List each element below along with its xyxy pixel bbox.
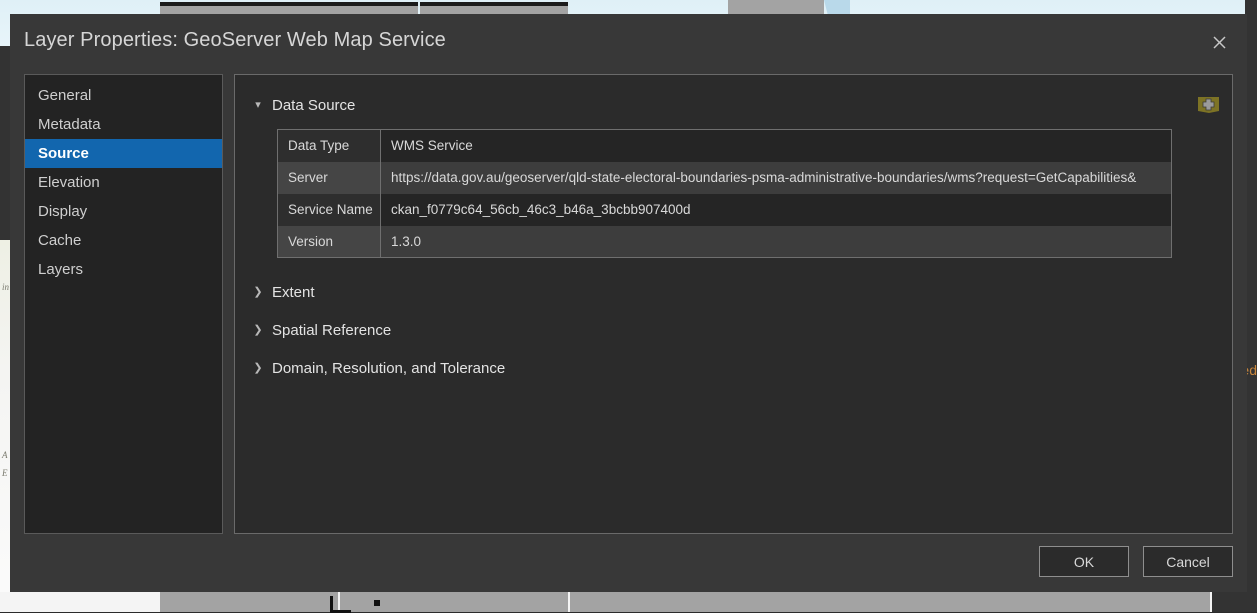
table-cell-value: https://data.gov.au/geoserver/qld-state-… — [381, 162, 1172, 194]
sidebar-item-cache[interactable]: Cache — [25, 226, 222, 255]
page-title: Layer Properties: GeoServer Web Map Serv… — [24, 29, 446, 52]
section-label-domain-resolution: Domain, Resolution, and Tolerance — [272, 360, 505, 377]
background-bottom-right-gutter — [1212, 592, 1257, 612]
table-cell-value: 1.3.0 — [381, 226, 1172, 258]
ok-button[interactable]: OK — [1039, 546, 1129, 577]
chevron-right-icon: ❯ — [253, 325, 263, 336]
background-bottom-dot — [374, 600, 380, 606]
sidebar-item-layers[interactable]: Layers — [25, 255, 222, 284]
chevron-right-icon: ❯ — [253, 287, 263, 298]
background-left-label-2: A — [2, 450, 8, 460]
table-cell-key: Service Name — [278, 194, 381, 226]
dialog-sidebar: General Metadata Source Elevation Displa… — [24, 74, 223, 534]
data-source-table: Data Type WMS Service Server https://dat… — [277, 129, 1172, 258]
background-bottom-corner-mark — [330, 596, 351, 613]
background-bottom-panel-1 — [160, 592, 338, 612]
table-row: Data Type WMS Service — [278, 130, 1172, 162]
section-label-extent: Extent — [272, 284, 315, 301]
chevron-down-icon: ▾ — [253, 100, 263, 111]
close-icon[interactable] — [1205, 28, 1233, 56]
section-header-extent[interactable]: ❯ Extent — [253, 284, 315, 301]
table-row: Version 1.3.0 — [278, 226, 1172, 258]
cancel-button[interactable]: Cancel — [1143, 546, 1233, 577]
table-row: Server https://data.gov.au/geoserver/qld… — [278, 162, 1172, 194]
section-label-data-source: Data Source — [272, 97, 355, 114]
background-left-label-1: in — [2, 282, 9, 292]
background-bottom-panel-3 — [570, 592, 1025, 612]
background-bottom-panel-4 — [1025, 592, 1210, 612]
sidebar-item-display[interactable]: Display — [25, 197, 222, 226]
table-cell-key: Data Type — [278, 130, 381, 162]
table-cell-value: WMS Service — [381, 130, 1172, 162]
section-label-spatial-reference: Spatial Reference — [272, 322, 391, 339]
sidebar-item-elevation[interactable]: Elevation — [25, 168, 222, 197]
table-cell-value: ckan_f0779c64_56cb_46c3_b46a_3bcbb907400… — [381, 194, 1172, 226]
add-data-icon[interactable] — [1197, 94, 1220, 115]
section-header-domain-resolution[interactable]: ❯ Domain, Resolution, and Tolerance — [253, 360, 505, 377]
sidebar-item-metadata[interactable]: Metadata — [25, 110, 222, 139]
chevron-right-icon: ❯ — [253, 363, 263, 374]
dialog-titlebar: Layer Properties: GeoServer Web Map Serv… — [10, 14, 1247, 68]
section-header-data-source[interactable]: ▾ Data Source — [253, 97, 355, 114]
sidebar-item-source[interactable]: Source — [25, 139, 222, 168]
source-content-panel: ▾ Data Source Data Type WMS Service Serv… — [234, 74, 1233, 534]
table-cell-key: Server — [278, 162, 381, 194]
dialog-footer: OK Cancel — [10, 546, 1233, 578]
section-header-spatial-reference[interactable]: ❯ Spatial Reference — [253, 322, 391, 339]
table-cell-key: Version — [278, 226, 381, 258]
layer-properties-dialog: Layer Properties: GeoServer Web Map Serv… — [10, 14, 1247, 592]
sidebar-item-general[interactable]: General — [25, 81, 222, 110]
background-left-label-3: E — [2, 468, 8, 478]
dialog-body: General Metadata Source Elevation Displa… — [10, 68, 1247, 530]
table-row: Service Name ckan_f0779c64_56cb_46c3_b46… — [278, 194, 1172, 226]
